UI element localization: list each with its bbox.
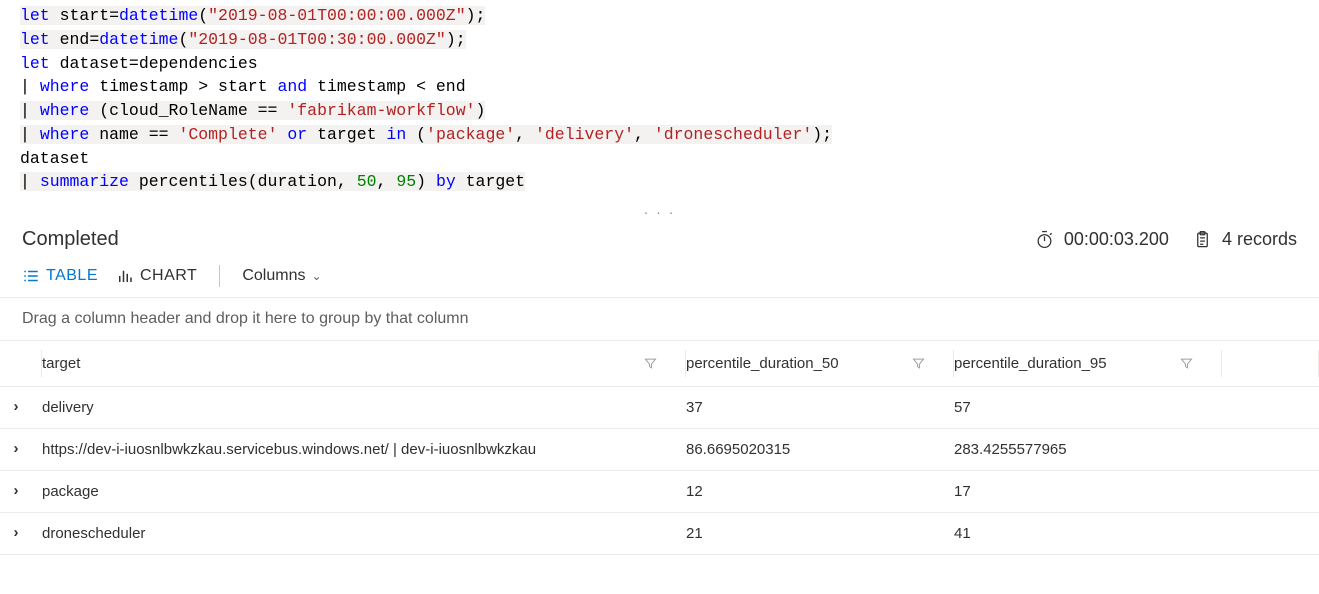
status-text: Completed — [22, 228, 1035, 251]
cell-trailing — [1222, 387, 1319, 429]
record-count-value: 4 records — [1222, 229, 1297, 250]
results-toolbar: TABLE CHART Columns ⌄ — [0, 265, 1319, 297]
col-expand — [0, 341, 42, 387]
cell-target: package — [42, 471, 686, 513]
query-editor[interactable]: let start=datetime("2019-08-01T00:00:00.… — [0, 0, 1319, 204]
filter-icon[interactable] — [1179, 356, 1194, 371]
stopwatch-icon — [1035, 230, 1054, 249]
tab-chart-label: CHART — [140, 267, 197, 285]
chevron-right-icon: › — [14, 482, 19, 499]
col-p50[interactable]: percentile_duration_50 — [686, 341, 954, 387]
cell-trailing — [1222, 513, 1319, 555]
chevron-down-icon: ⌄ — [311, 269, 321, 283]
tab-chart[interactable]: CHART — [116, 267, 197, 285]
table-icon — [22, 267, 40, 285]
columns-button[interactable]: Columns ⌄ — [242, 267, 321, 285]
col-p95[interactable]: percentile_duration_95 — [954, 341, 1222, 387]
expand-row-button[interactable]: › — [0, 429, 42, 471]
cell-p95: 283.4255577965 — [954, 429, 1222, 471]
table-row[interactable]: › package1217 — [0, 471, 1319, 513]
col-target[interactable]: target — [42, 341, 686, 387]
results-table: target percentile_duration_50 percentile… — [0, 341, 1319, 555]
cell-trailing — [1222, 429, 1319, 471]
record-count: 4 records — [1193, 229, 1297, 250]
pane-splitter[interactable]: · · · — [0, 204, 1319, 220]
col-trailing — [1222, 341, 1319, 387]
filter-icon[interactable] — [911, 356, 926, 371]
table-row[interactable]: › https://dev-i-iuosnlbwkzkau.servicebus.… — [0, 429, 1319, 471]
col-p50-label: percentile_duration_50 — [686, 355, 839, 372]
query-duration: 00:00:03.200 — [1035, 229, 1169, 250]
col-target-label: target — [42, 355, 80, 372]
chevron-right-icon: › — [14, 398, 19, 415]
chart-icon — [116, 267, 134, 285]
table-header-row: target percentile_duration_50 percentile… — [0, 341, 1319, 387]
expand-row-button[interactable]: › — [0, 471, 42, 513]
cell-p50: 12 — [686, 471, 954, 513]
chevron-right-icon: › — [14, 524, 19, 541]
col-p95-label: percentile_duration_95 — [954, 355, 1107, 372]
table-row[interactable]: › delivery3757 — [0, 387, 1319, 429]
cell-trailing — [1222, 471, 1319, 513]
cell-p95: 17 — [954, 471, 1222, 513]
tab-table[interactable]: TABLE — [22, 267, 98, 285]
duration-value: 00:00:03.200 — [1064, 229, 1169, 250]
cell-p95: 57 — [954, 387, 1222, 429]
filter-icon[interactable] — [643, 356, 658, 371]
clipboard-icon — [1193, 230, 1212, 249]
cell-target: dronescheduler — [42, 513, 686, 555]
expand-row-button[interactable]: › — [0, 387, 42, 429]
toolbar-separator — [219, 265, 220, 287]
columns-label: Columns — [242, 267, 305, 285]
cell-p50: 86.6695020315 — [686, 429, 954, 471]
expand-row-button[interactable]: › — [0, 513, 42, 555]
cell-p50: 37 — [686, 387, 954, 429]
cell-target: https://dev-i-iuosnlbwkzkau.servicebus.w… — [42, 429, 686, 471]
group-by-dropzone[interactable]: Drag a column header and drop it here to… — [0, 297, 1319, 341]
chevron-right-icon: › — [14, 440, 19, 457]
table-row[interactable]: › dronescheduler2141 — [0, 513, 1319, 555]
status-bar: Completed 00:00:03.200 4 records — [0, 220, 1319, 265]
cell-p95: 41 — [954, 513, 1222, 555]
cell-p50: 21 — [686, 513, 954, 555]
tab-table-label: TABLE — [46, 267, 98, 285]
cell-target: delivery — [42, 387, 686, 429]
